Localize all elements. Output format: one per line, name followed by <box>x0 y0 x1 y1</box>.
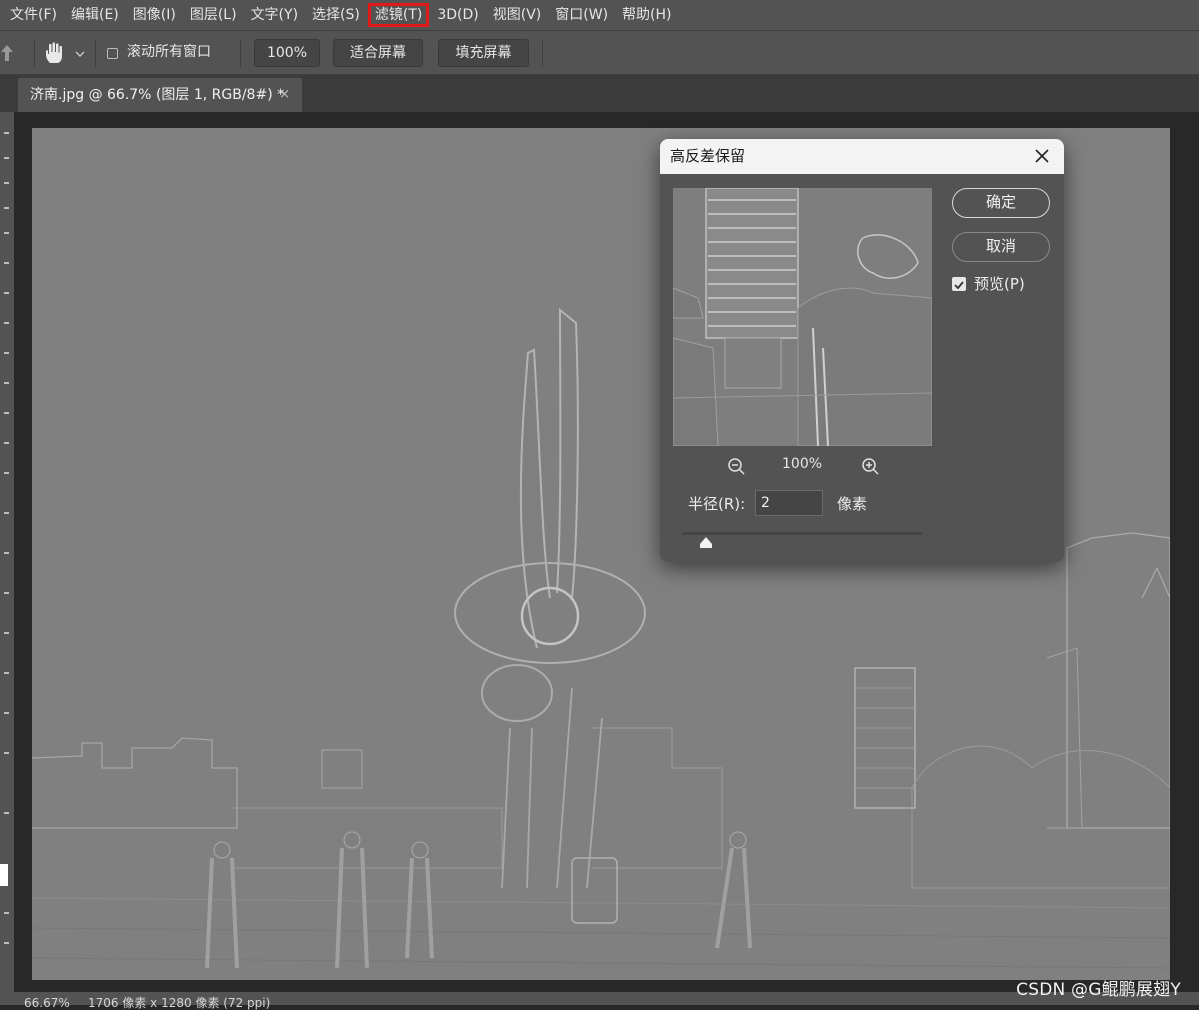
menu-type[interactable]: 文字(Y) <box>244 0 305 30</box>
radius-slider-thumb[interactable] <box>699 536 713 549</box>
menu-view[interactable]: 视图(V) <box>486 0 549 30</box>
check-icon <box>954 281 964 290</box>
chevron-down-icon[interactable] <box>75 50 85 58</box>
cancel-button[interactable]: 取消 <box>952 232 1050 262</box>
zoom-out-icon[interactable] <box>727 457 747 477</box>
menu-window[interactable]: 窗口(W) <box>548 0 615 30</box>
close-tab-icon[interactable]: × <box>279 78 290 112</box>
radius-slider-track[interactable] <box>682 532 922 535</box>
dialog-title-bar[interactable]: 高反差保留 <box>660 139 1064 174</box>
fit-screen-button[interactable]: 适合屏幕 <box>333 39 423 67</box>
high-pass-dialog: 高反差保留 确定 取消 预览(P) 100% 半径(R): 2 像素 <box>660 139 1064 562</box>
radius-unit: 像素 <box>837 495 868 513</box>
preview-label: 预览(P) <box>974 275 1025 293</box>
toolbox[interactable] <box>0 112 14 992</box>
document-tab-title: 济南.jpg @ 66.7% (图层 1, RGB/8#) * <box>30 87 285 103</box>
fill-screen-button[interactable]: 填充屏幕 <box>438 39 529 67</box>
menu-3d[interactable]: 3D(D) <box>430 0 485 30</box>
menu-select[interactable]: 选择(S) <box>305 0 367 30</box>
home-arrow-icon[interactable] <box>0 44 14 62</box>
status-zoom[interactable]: 66.67% <box>24 997 70 1010</box>
document-tab[interactable]: 济南.jpg @ 66.7% (图层 1, RGB/8#) * × <box>18 78 302 112</box>
preview-checkbox[interactable] <box>952 277 966 291</box>
menu-filter[interactable]: 滤镜(T) <box>367 3 430 27</box>
dialog-title: 高反差保留 <box>670 147 746 165</box>
status-dimensions: 1706 像素 x 1280 像素 (72 ppi) <box>88 996 271 1010</box>
zoom-level: 100% <box>782 456 823 472</box>
filter-preview[interactable] <box>673 188 932 446</box>
menu-file[interactable]: 文件(F) <box>0 0 64 30</box>
radius-label: 半径(R): <box>688 495 746 513</box>
radius-input[interactable]: 2 <box>755 490 823 516</box>
ok-button[interactable]: 确定 <box>952 188 1050 218</box>
hand-tool-icon[interactable] <box>44 41 66 65</box>
zoom-100-button[interactable]: 100% <box>254 39 320 67</box>
foreground-color-swatch[interactable] <box>0 864 8 886</box>
options-bar: 滚动所有窗口 100% 适合屏幕 填充屏幕 <box>0 30 1199 75</box>
menu-image[interactable]: 图像(I) <box>126 0 183 30</box>
watermark: CSDN @G鲲鹏展翅Y <box>1016 980 1181 1000</box>
scroll-all-windows-checkbox[interactable] <box>107 48 118 59</box>
zoom-in-icon[interactable] <box>861 457 881 477</box>
close-icon[interactable] <box>1030 144 1054 168</box>
menu-layer[interactable]: 图层(L) <box>183 0 244 30</box>
menu-edit[interactable]: 编辑(E) <box>64 0 126 30</box>
menu-bar: 文件(F) 编辑(E) 图像(I) 图层(L) 文字(Y) 选择(S) 滤镜(T… <box>0 0 1199 30</box>
scroll-all-windows-label: 滚动所有窗口 <box>127 44 211 60</box>
menu-help[interactable]: 帮助(H) <box>615 0 678 30</box>
